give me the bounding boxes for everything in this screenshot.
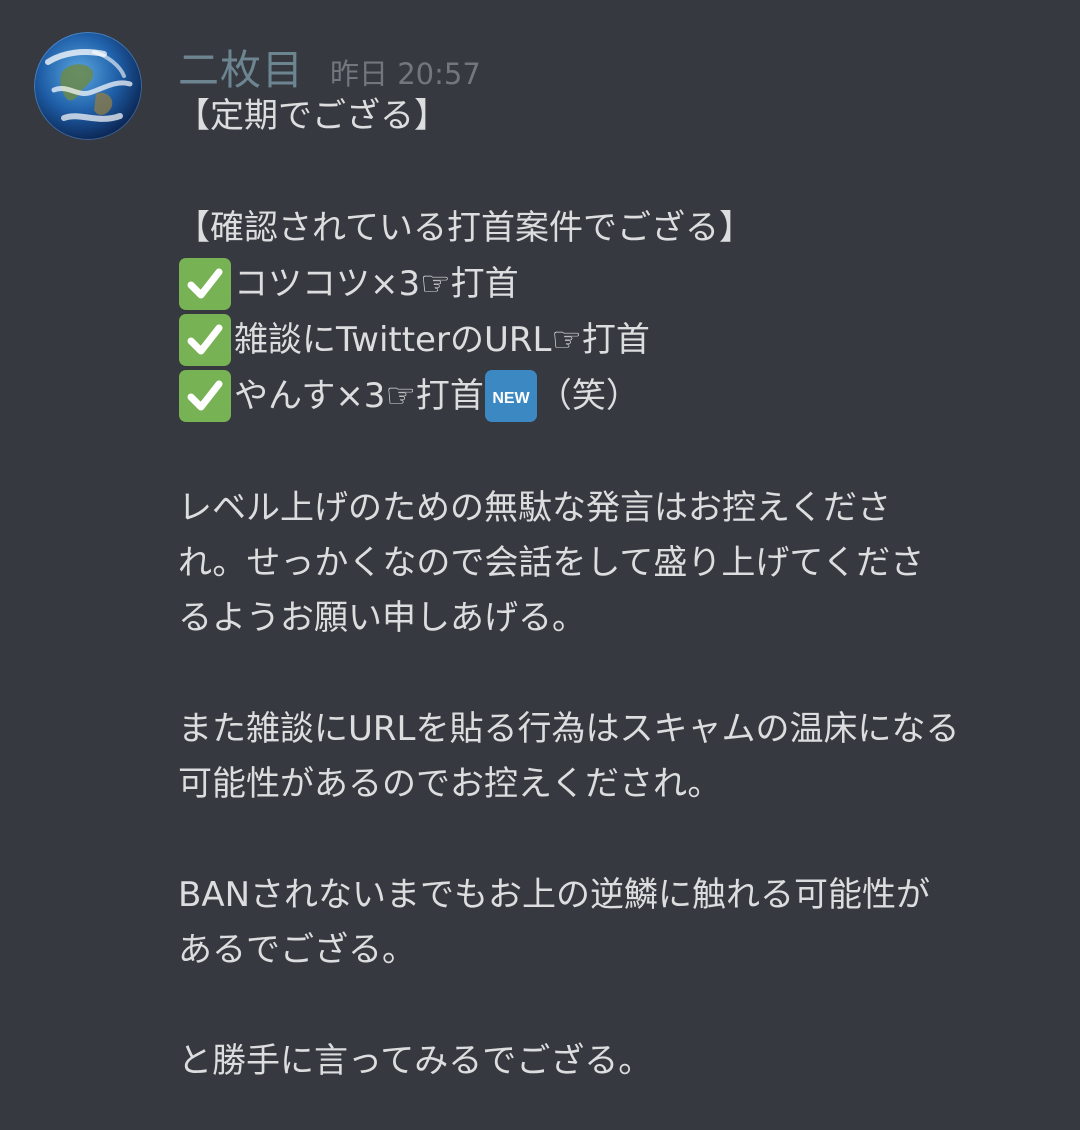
message-line: また雑談にURLを貼る行為はスキャムの温床になる	[178, 701, 1058, 756]
message-line: あるでござる。	[178, 922, 1058, 977]
message-line: 可能性があるのでお控えくだされ。	[178, 756, 1058, 811]
message-line: 【確認されている打首案件でござる】	[176, 200, 1058, 256]
white-check-mark-icon	[179, 258, 231, 310]
message-line: 【定期でござる】	[176, 88, 1058, 144]
paragraph: BANされないまでもお上の逆鱗に触れる可能性が あるでござる。	[178, 867, 1058, 977]
message-line: れ。せっかくなので会話をして盛り上げてくださ	[178, 535, 1058, 590]
new-badge-icon: NEW	[484, 370, 537, 422]
message-content: 【定期でござる】 【確認されている打首案件でござる】 コツコツ×3☞打首 雑談に…	[176, 88, 1058, 1088]
message-line: るようお願い申しあげる。	[178, 590, 1058, 645]
list-item-text: 雑談にTwitterのURL☞打首	[234, 320, 650, 360]
message-line: BANされないまでもお上の逆鱗に触れる可能性が	[178, 867, 1058, 922]
new-badge-label: NEW	[492, 390, 530, 407]
user-avatar[interactable]	[34, 32, 142, 140]
white-check-mark-icon	[179, 370, 231, 422]
line-text: れ。せっかくなので会話をして盛り上げてくださ	[178, 542, 925, 583]
line-text: BANされないまでもお上の逆鱗に触れる可能性が	[178, 874, 931, 915]
line-text: 可能性があるのでお控えくだされ。	[178, 763, 722, 804]
list-item-suffix: （笑）	[537, 376, 640, 416]
message-line: と勝手に言ってみるでござる。	[178, 1033, 1058, 1088]
chat-message: 二枚目 昨日 20:57 【定期でござる】 【確認されている打首案件でござる】 …	[0, 0, 1080, 1130]
paragraph: と勝手に言ってみるでござる。	[178, 1033, 1058, 1088]
line-text: あるでござる。	[178, 929, 416, 970]
line-text: また雑談にURLを貼る行為はスキャムの温床になる	[178, 708, 960, 749]
earth-globe-icon	[34, 32, 142, 140]
message-timestamp: 昨日 20:57	[330, 57, 481, 91]
paragraph: また雑談にURLを貼る行為はスキャムの温床になる 可能性があるのでお控えくだされ…	[178, 701, 1058, 811]
line-text: 【確認されている打首案件でござる】	[176, 208, 753, 248]
author-name[interactable]: 二枚目	[178, 36, 304, 96]
list-item: やんす×3☞打首 NEW （笑）	[178, 368, 1058, 424]
line-text: レベル上げのための無駄な発言はお控えくださ	[178, 487, 891, 528]
list-item: コツコツ×3☞打首	[178, 256, 1058, 312]
white-check-mark-icon	[179, 314, 231, 366]
message-line: レベル上げのための無駄な発言はお控えくださ	[178, 480, 1058, 535]
line-text: 【定期でござる】	[176, 96, 448, 136]
list-item-text: コツコツ×3☞打首	[234, 264, 519, 304]
line-text: るようお願い申しあげる。	[178, 597, 586, 638]
paragraph: レベル上げのための無駄な発言はお控えくださ れ。せっかくなので会話をして盛り上げ…	[178, 480, 1058, 645]
message-header: 二枚目 昨日 20:57	[178, 36, 481, 94]
line-text: と勝手に言ってみるでござる。	[178, 1040, 653, 1081]
list-item: 雑談にTwitterのURL☞打首	[178, 312, 1058, 368]
list-item-text: やんす×3☞打首	[234, 376, 484, 416]
